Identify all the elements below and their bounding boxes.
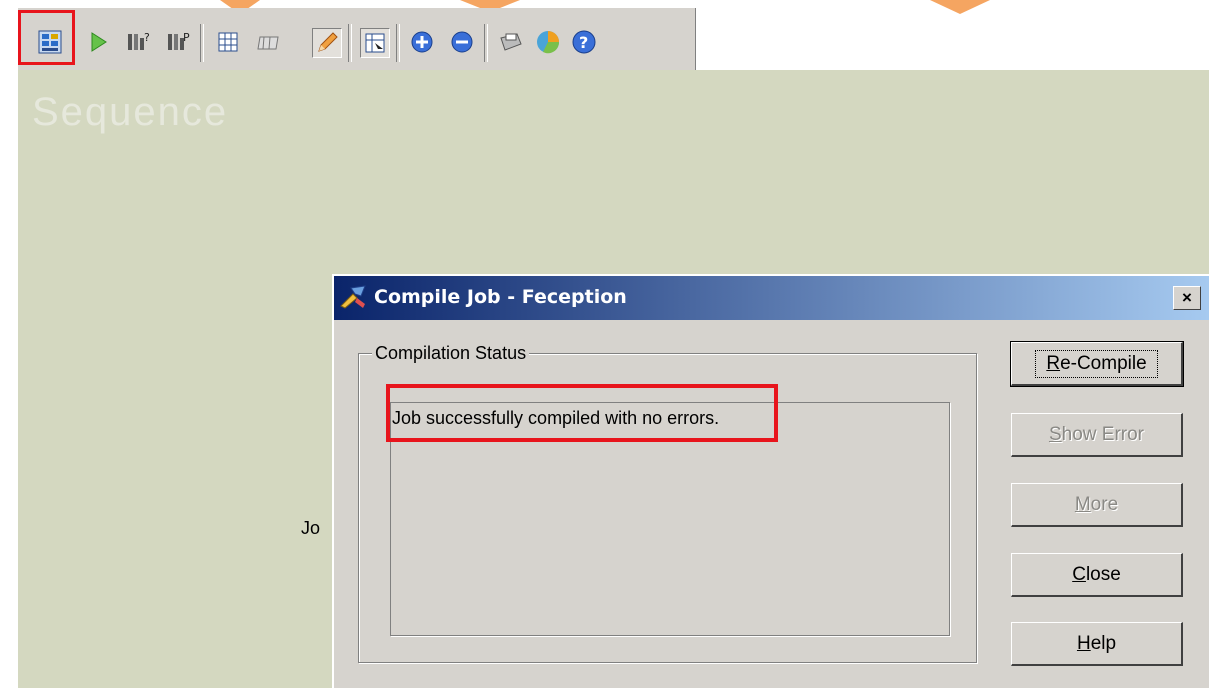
show-error-button[interactable]: Show Error — [1011, 413, 1183, 457]
button-label: ore — [1090, 493, 1119, 515]
button-label: lose — [1085, 563, 1121, 585]
svg-text:?: ? — [579, 33, 588, 52]
job-parameters-icon[interactable]: P — [164, 28, 192, 56]
print-icon[interactable] — [496, 28, 524, 56]
canvas-partial-label: Jo — [301, 518, 321, 538]
compile-job-dialog: Compile Job - Feception × Compilation St… — [332, 274, 1209, 688]
zoom-out-icon[interactable] — [448, 28, 476, 56]
recompile-button[interactable]: Re-Compile — [1010, 341, 1184, 387]
svg-text:?: ? — [144, 31, 150, 44]
button-label: elp — [1090, 632, 1117, 654]
button-label: e-Compile — [1060, 352, 1147, 374]
toolbar-separator — [396, 24, 400, 62]
toolbar: ? P ? — [0, 0, 1209, 70]
button-label: how Error — [1061, 423, 1145, 445]
pencil-icon[interactable] — [312, 28, 342, 58]
table-icon[interactable] — [254, 28, 282, 56]
dialog-title: Compile Job - Feception — [374, 286, 627, 308]
svg-text:P: P — [183, 31, 190, 44]
dialog-titlebar[interactable]: Compile Job - Feception × — [334, 276, 1209, 320]
group-label: Compilation Status — [372, 343, 530, 364]
close-icon[interactable]: × — [1173, 286, 1201, 310]
zoom-in-icon[interactable] — [408, 28, 436, 56]
close-button[interactable]: Close — [1011, 553, 1183, 597]
highlight-box-compile — [18, 10, 75, 65]
mnemonic: R — [1046, 352, 1061, 374]
compile-job-icon — [339, 284, 369, 315]
help-button[interactable]: Help — [1011, 622, 1183, 666]
job-properties-icon[interactable]: ? — [124, 28, 152, 56]
toolbar-separator — [200, 24, 204, 62]
pie-chart-icon[interactable] — [534, 28, 562, 56]
toolbar-separator — [348, 24, 352, 62]
toolbar-separator — [484, 24, 488, 62]
help-icon[interactable]: ? — [570, 28, 598, 56]
run-icon[interactable] — [84, 28, 112, 56]
canvas-title: Sequence — [32, 90, 229, 134]
mnemonic: H — [1076, 632, 1091, 654]
mnemonic: S — [1048, 423, 1062, 445]
more-button[interactable]: More — [1011, 483, 1183, 527]
mnemonic: M — [1074, 493, 1091, 515]
highlight-box-status — [386, 384, 778, 442]
grid-icon[interactable] — [214, 28, 242, 56]
toolbar-strip: ? P ? — [18, 8, 696, 70]
link-icon[interactable] — [360, 28, 390, 58]
mnemonic: C — [1072, 563, 1086, 585]
